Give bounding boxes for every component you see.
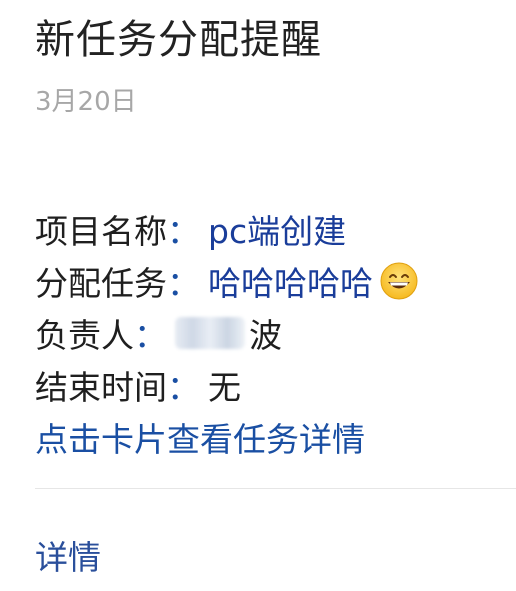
card-title: 新任务分配提醒	[35, 17, 322, 63]
field-assigned-task: 分配任务 ： 哈哈哈哈哈	[35, 255, 505, 307]
grinning-face-icon	[379, 261, 419, 301]
divider	[35, 488, 516, 489]
task-fields: 项目名称 ： pc端创建 分配任务 ： 哈哈哈哈哈 负责人 ： 波 结束时间 ：…	[35, 203, 505, 463]
field-value: 无	[208, 368, 241, 407]
field-colon: ：	[167, 368, 200, 407]
view-task-details-link[interactable]: 点击卡片查看任务详情	[35, 411, 505, 463]
field-project-name: 项目名称 ： pc端创建	[35, 203, 505, 255]
task-notification-card[interactable]: 新任务分配提醒 3月20日 项目名称 ： pc端创建 分配任务 ： 哈哈哈哈哈	[0, 0, 516, 591]
field-owner: 负责人 ： 波	[35, 307, 505, 359]
field-value: pc端创建	[208, 212, 347, 251]
field-colon: ：	[134, 316, 167, 355]
field-colon: ：	[167, 264, 200, 303]
field-label: 结束时间	[35, 368, 167, 407]
field-label: 分配任务	[35, 264, 167, 303]
field-label: 负责人	[35, 316, 134, 355]
redacted-name-blur	[175, 317, 245, 349]
field-colon: ：	[167, 212, 200, 251]
card-date: 3月20日	[35, 87, 137, 117]
field-label: 项目名称	[35, 212, 167, 251]
field-end-time: 结束时间 ： 无	[35, 359, 505, 411]
field-value: 波	[249, 316, 282, 355]
details-button[interactable]: 详情	[35, 536, 101, 580]
field-value: 哈哈哈哈哈	[208, 264, 373, 303]
